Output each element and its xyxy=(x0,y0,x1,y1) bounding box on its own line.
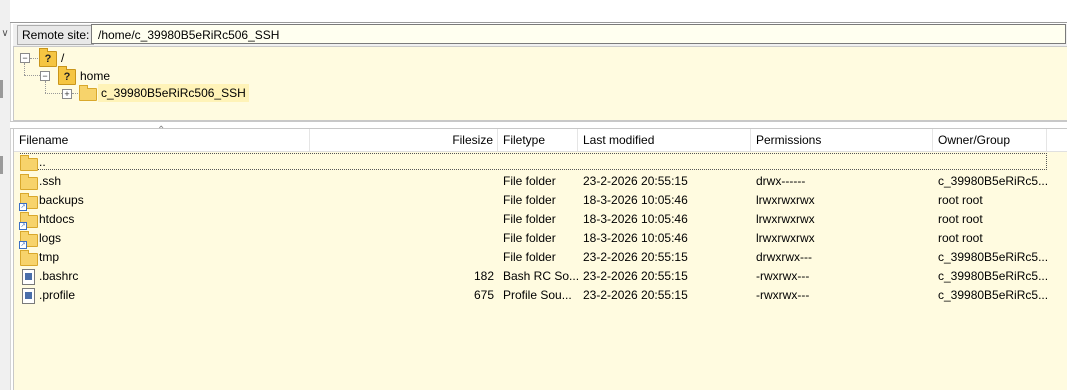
folder-icon xyxy=(79,85,97,101)
remote-site-bar: Remote site: /home/c_39980B5eRiRc506_SSH xyxy=(13,24,1067,46)
splitter-grip[interactable] xyxy=(0,156,3,174)
cell-last-modified: 18-3-2026 10:05:46 xyxy=(583,231,688,245)
cell-filesize: 675 xyxy=(473,288,494,302)
column-filesize[interactable]: Filesize xyxy=(310,129,498,151)
cell-permissions: -rwxrwx--- xyxy=(756,269,810,283)
cell-owner-group: root root xyxy=(938,193,983,207)
cell-permissions xyxy=(756,153,933,172)
cell-owner-group xyxy=(938,153,1047,172)
cell-last-modified: 18-3-2026 10:05:46 xyxy=(583,212,688,226)
cell-filetype: File folder xyxy=(503,212,556,226)
table-row[interactable]: .bashrc 182 Bash RC So... 23-2-2026 20:55:1… xyxy=(14,267,1067,286)
cell-filename: logs xyxy=(39,231,62,245)
column-last-modified[interactable]: Last modified xyxy=(578,129,751,151)
cell-permissions: lrwxrwxrwx xyxy=(756,212,815,226)
cell-owner-group: c_39980B5eRiRc5... xyxy=(938,250,1047,264)
collapse-icon[interactable]: − xyxy=(20,53,30,63)
tree-item-label: / xyxy=(61,51,65,65)
cell-permissions: drwxrwx--- xyxy=(756,250,812,264)
cell-filetype: File folder xyxy=(503,250,556,264)
cell-filename: backups xyxy=(39,193,84,207)
cell-permissions: lrwxrwxrwx xyxy=(756,231,815,245)
column-permissions[interactable]: Permissions xyxy=(751,129,933,151)
cell-filesize xyxy=(310,153,494,172)
table-row[interactable]: ↗ backups File folder 18-3-2026 10:05:46 lrw… xyxy=(14,191,1067,211)
cell-filename: .ssh xyxy=(39,174,62,188)
cell-filetype xyxy=(503,153,578,172)
cell-permissions: -rwxrwx--- xyxy=(756,288,810,302)
cell-filesize: 182 xyxy=(473,269,494,283)
table-row[interactable]: .profile 675 Profile Sou... 23-2-2026 20:55… xyxy=(14,286,1067,305)
cell-filetype: Bash RC So... xyxy=(503,269,578,283)
table-row[interactable]: ↗ htdocs File folder 18-3-2026 10:05:46 lrwx… xyxy=(14,210,1067,230)
pane-splitter[interactable] xyxy=(10,121,1067,129)
remote-directory-tree: − ? / − ? home + c_39980B5eRiRc506_SSH xyxy=(13,46,1067,121)
remote-path-input[interactable]: /home/c_39980B5eRiRc506_SSH xyxy=(91,24,1066,44)
cell-filesize xyxy=(310,248,494,267)
tree-item-home[interactable]: home xyxy=(80,67,110,85)
tree-item-root[interactable]: / xyxy=(61,49,64,67)
cell-last-modified: 18-3-2026 10:05:46 xyxy=(583,193,688,207)
unknown-folder-icon: ? xyxy=(58,66,76,85)
cell-last-modified: 23-2-2026 20:55:15 xyxy=(583,250,688,264)
cell-owner-group: c_39980B5eRiRc5... xyxy=(938,174,1047,188)
table-row[interactable]: ↗ logs File folder 18-3-2026 10:05:46 lrwxrw… xyxy=(14,229,1067,249)
table-row[interactable]: .. xyxy=(14,153,1067,172)
cell-last-modified: 23-2-2026 20:55:15 xyxy=(583,174,688,188)
cell-filesize xyxy=(310,191,494,210)
splitter-grip[interactable] xyxy=(0,80,3,98)
cell-permissions: lrwxrwxrwx xyxy=(756,193,815,207)
cell-owner-group: c_39980B5eRiRc5... xyxy=(938,288,1047,302)
cell-last-modified xyxy=(583,153,751,172)
cell-owner-group: root root xyxy=(938,231,983,245)
cell-filename: .. xyxy=(39,155,46,169)
expand-icon[interactable]: + xyxy=(62,89,72,99)
cell-owner-group: root root xyxy=(938,212,983,226)
unknown-folder-icon: ? xyxy=(39,48,57,67)
cell-filename: htdocs xyxy=(39,212,75,226)
column-filetype[interactable]: Filetype xyxy=(498,129,578,151)
column-owner-group[interactable]: Owner/Group xyxy=(933,129,1047,151)
cell-filename: .profile xyxy=(39,288,76,302)
cell-owner-group: c_39980B5eRiRc5... xyxy=(938,269,1047,283)
column-filename[interactable]: Filename xyxy=(14,129,310,151)
remote-site-label: Remote site: xyxy=(17,25,95,45)
tree-item-label: c_39980B5eRiRc506_SSH xyxy=(101,86,246,100)
cell-filesize xyxy=(310,172,494,191)
cell-last-modified: 23-2-2026 20:55:15 xyxy=(583,269,688,283)
table-row[interactable]: tmp File folder 23-2-2026 20:55:15 drwxrwx-… xyxy=(14,248,1067,267)
collapse-icon[interactable]: − xyxy=(40,71,50,81)
cell-filesize xyxy=(310,210,494,229)
cell-last-modified: 23-2-2026 20:55:15 xyxy=(583,288,688,302)
top-pane-edge xyxy=(10,0,1067,23)
table-row[interactable]: .ssh File folder 23-2-2026 20:55:15 drwx---… xyxy=(14,172,1067,191)
cell-filetype: File folder xyxy=(503,193,556,207)
chevron-down-icon[interactable]: ∨ xyxy=(0,26,10,42)
cell-filetype: File folder xyxy=(503,174,556,188)
remote-file-list: ⌃ Filename Filesize Filetype Last modifi… xyxy=(13,125,1067,390)
cell-filetype: File folder xyxy=(503,231,556,245)
cell-filesize xyxy=(310,229,494,248)
file-list-header: ⌃ Filename Filesize Filetype Last modifi… xyxy=(14,125,1067,152)
tree-item-user-home[interactable]: c_39980B5eRiRc506_SSH xyxy=(98,84,249,102)
left-splitter-strip: ∨ xyxy=(0,0,11,390)
cell-filename: .bashrc xyxy=(39,269,79,283)
cell-permissions: drwx------ xyxy=(756,174,806,188)
cell-filename: tmp xyxy=(39,250,60,264)
cell-filetype: Profile Sou... xyxy=(503,288,572,302)
tree-item-label: home xyxy=(80,69,111,83)
